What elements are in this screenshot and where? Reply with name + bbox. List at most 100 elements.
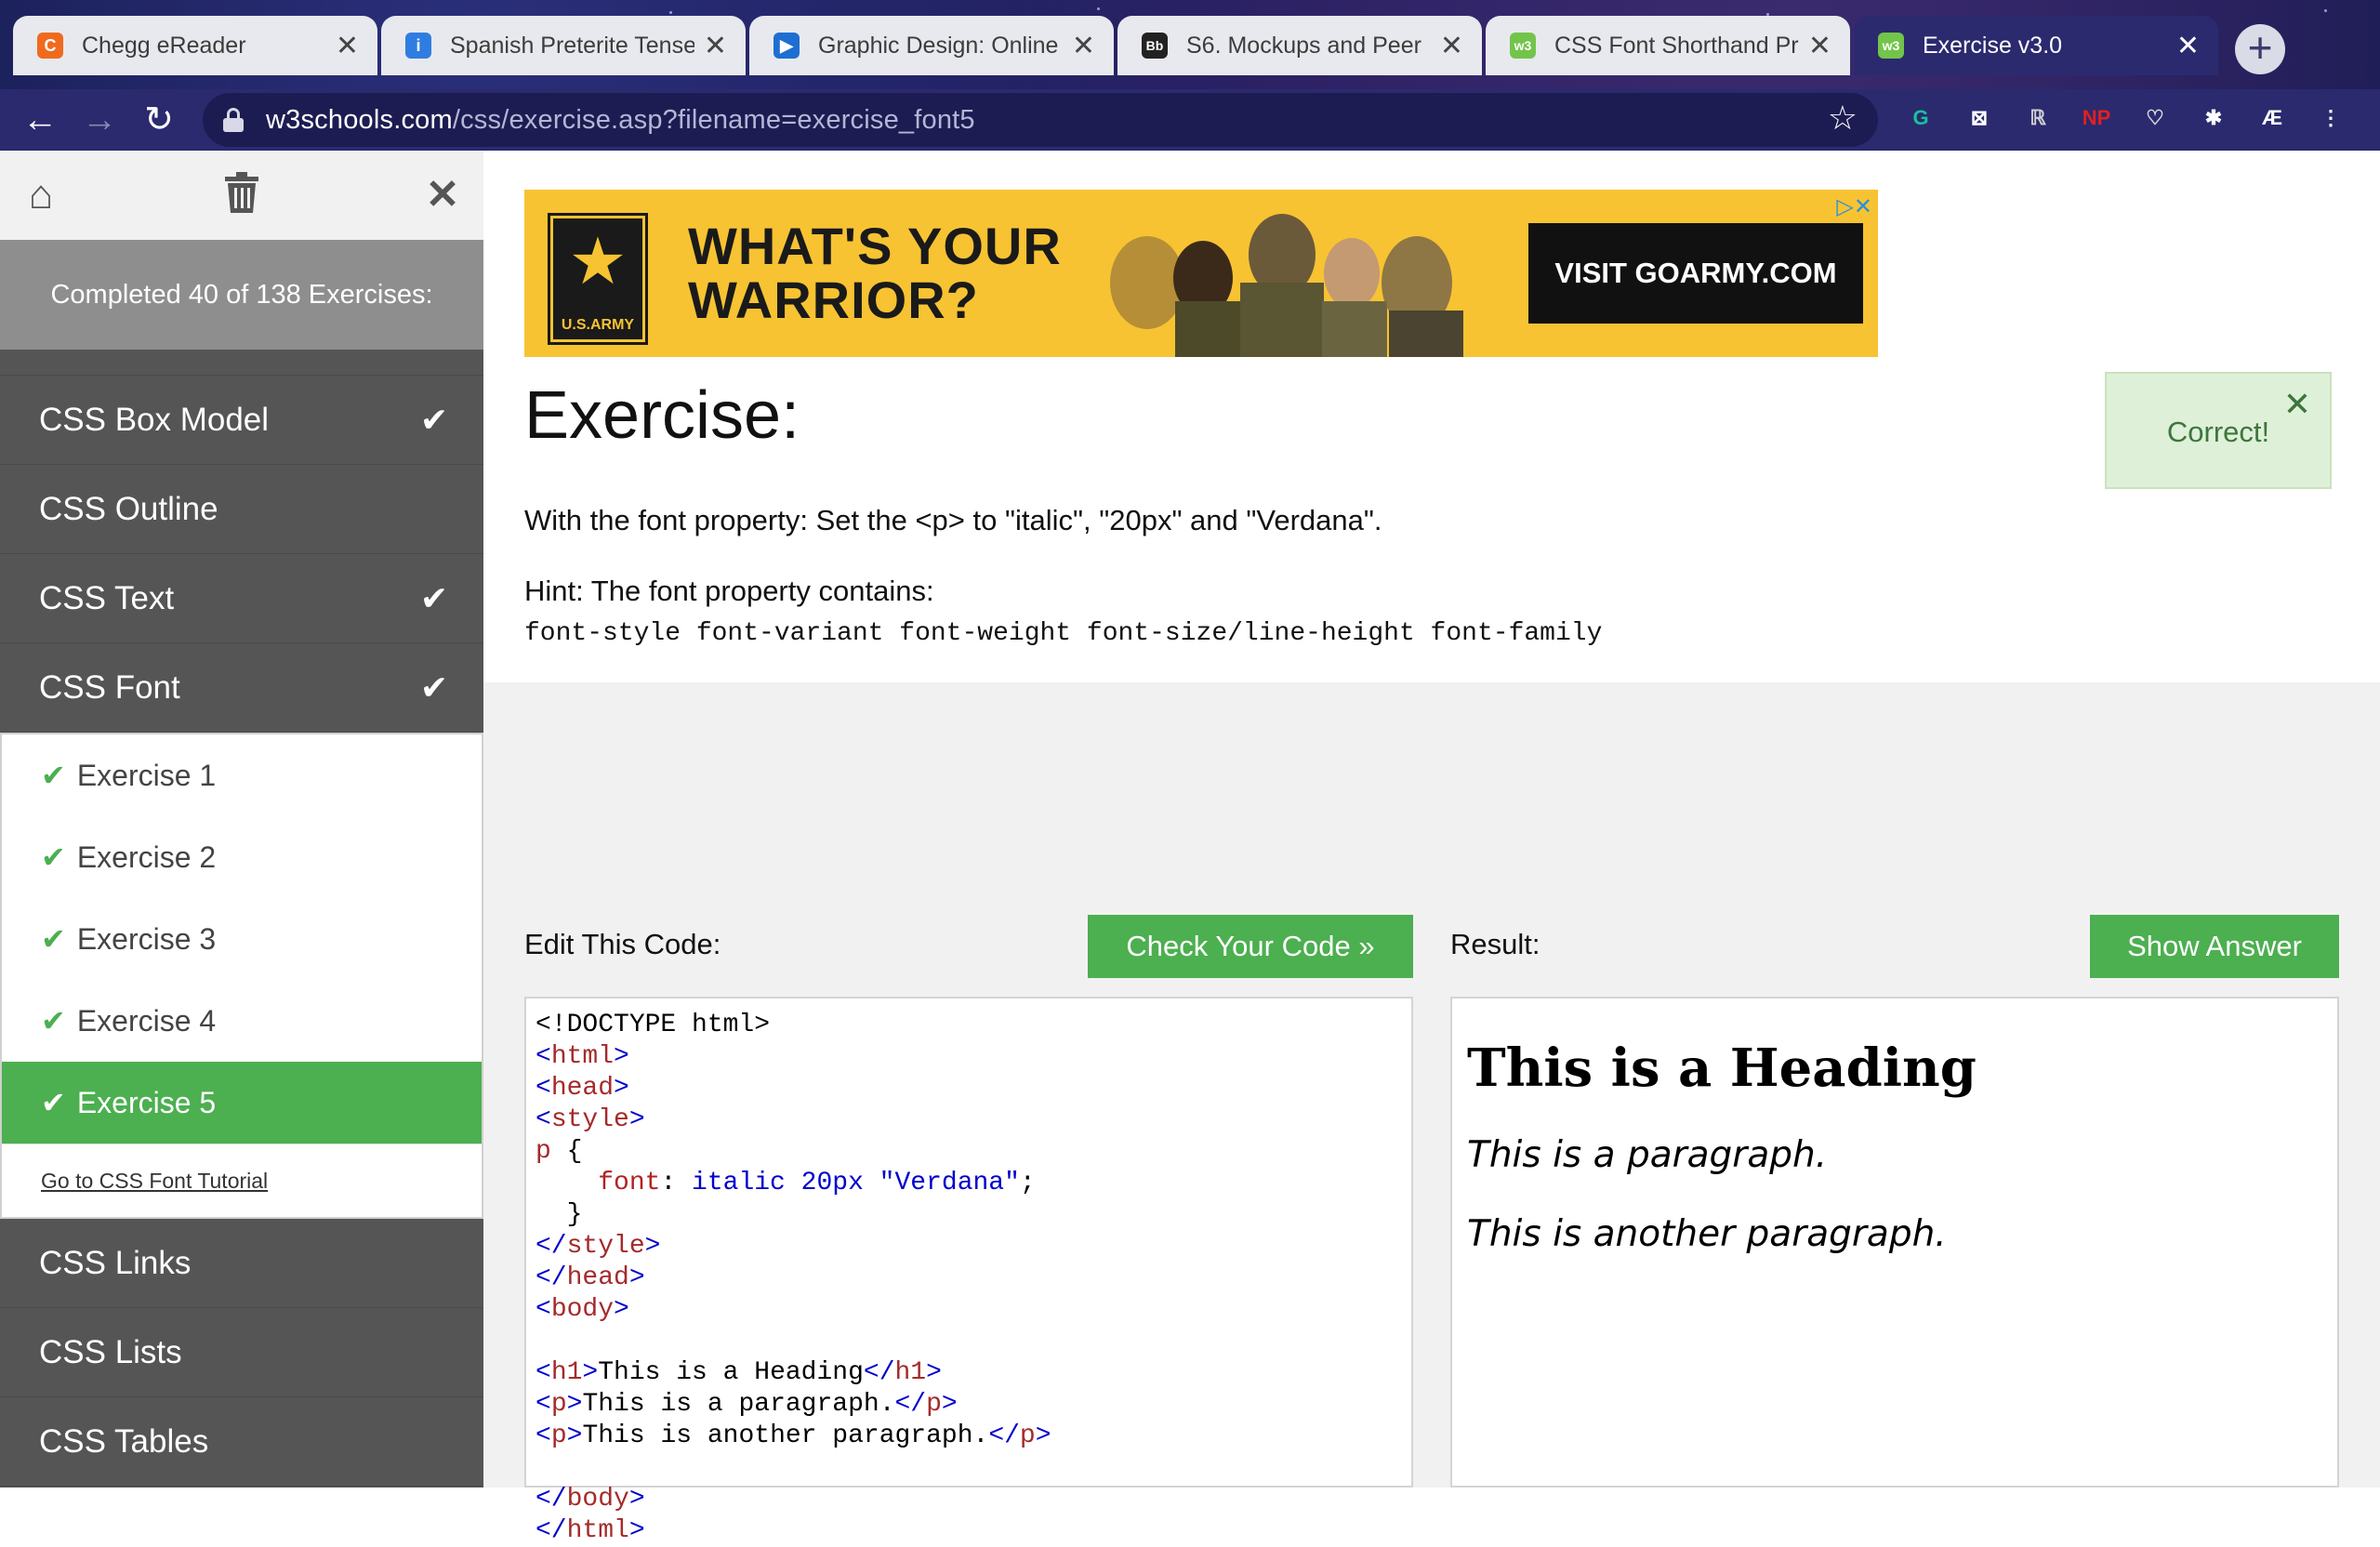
exercise-link-label: Exercise 2 xyxy=(76,840,217,874)
exercise-link-label: Exercise 3 xyxy=(76,922,217,956)
code-editor[interactable]: <!DOCTYPE html> <html> <head> <style> p … xyxy=(524,997,1413,1545)
sidebar-toolbar: ⌂ ✕ xyxy=(0,151,483,240)
correct-alert: Correct! ✕ xyxy=(2105,372,2332,489)
exercise-link[interactable]: ✔ Exercise 4 xyxy=(2,980,482,1062)
browser-tab[interactable]: w3 Exercise v3.0 ✕ xyxy=(1854,16,2218,75)
sidebar-topic-label: CSS Font xyxy=(39,669,180,706)
check-icon: ✔ xyxy=(41,759,66,792)
browser-tab-strip: C Chegg eReader ✕ i Spanish Preterite Tense ✕… xyxy=(0,0,2380,89)
sidebar-topic-list: CSS Margin CSS Box Model ✔ CSS Outline CSS T… xyxy=(0,350,483,1487)
sidebar-topic-label: CSS Box Model xyxy=(39,402,270,438)
exercise-hint: Hint: The font property contains: xyxy=(524,575,934,607)
browser-tab[interactable]: ▶ Graphic Design: Online ✕ xyxy=(749,16,1114,75)
sidebar-topic-item[interactable]: CSS Tables xyxy=(0,1397,483,1487)
completed-check-icon: ✔ xyxy=(419,668,448,707)
ad-headline: WHAT'S YOUR WARRIOR? xyxy=(688,217,1062,329)
menu-icon[interactable]: ⋮ xyxy=(2312,99,2349,137)
sidebar-topic-item[interactable]: CSS Text ✔ xyxy=(0,554,483,643)
result-frame: This is a Heading This is a paragraph. T… xyxy=(1450,997,2339,1488)
new-tab-button[interactable]: + xyxy=(2235,24,2285,74)
ad-cta-button[interactable]: VISIT GOARMY.COM xyxy=(1528,223,1863,324)
exercise-link-label: Exercise 1 xyxy=(76,759,217,792)
trash-icon[interactable] xyxy=(218,171,266,219)
close-alert-icon[interactable]: ✕ xyxy=(2283,346,2311,463)
browser-tab[interactable]: w3 CSS Font Shorthand Pr ✕ xyxy=(1486,16,1850,75)
tab-close-icon[interactable]: ✕ xyxy=(2176,30,2200,62)
sidebar-topic-label: CSS Tables xyxy=(39,1423,209,1460)
sidebar-topic-item[interactable]: CSS Outline xyxy=(0,465,483,554)
ext-np-icon[interactable]: NP xyxy=(2078,99,2115,137)
browser-tab[interactable]: C Chegg eReader ✕ xyxy=(13,16,377,75)
exercise-link-label: Exercise 5 xyxy=(76,1086,217,1119)
hint-code: font-style font-variant font-weight font… xyxy=(524,619,1603,648)
completed-check-icon: ✔ xyxy=(419,579,448,617)
completed-check-icon: ✔ xyxy=(419,401,448,439)
ext-grey-icon[interactable]: ℝ xyxy=(2019,99,2056,137)
tab-close-icon[interactable]: ✕ xyxy=(1072,30,1095,62)
reload-icon[interactable]: ↻ xyxy=(136,97,182,143)
ext-x-icon[interactable]: ⊠ xyxy=(1961,99,1998,137)
address-bar[interactable]: w3schools.com/css/exercise.asp?filename=… xyxy=(203,93,1878,147)
tab-favicon-icon: i xyxy=(405,33,431,59)
exercise-link-label: Exercise 4 xyxy=(76,1004,217,1038)
ext-shield-icon[interactable]: ♡ xyxy=(2136,99,2174,137)
exercise-link[interactable]: ✔ Exercise 3 xyxy=(2,898,482,980)
url-text[interactable]: w3schools.com/css/exercise.asp?filename=… xyxy=(266,105,975,136)
tutorial-link[interactable]: Go to CSS Font Tutorial xyxy=(2,1144,482,1217)
adchoices-icon[interactable]: ▷✕ xyxy=(1836,193,1872,220)
forward-icon[interactable]: → xyxy=(76,97,123,143)
bookmark-star-icon[interactable]: ☆ xyxy=(1828,99,1858,138)
army-logo: ★ U.S.ARMY xyxy=(548,213,648,345)
exercise-instruction: With the font property: Set the <p> to "… xyxy=(524,504,1382,536)
grammarly-icon[interactable]: G xyxy=(1902,99,1939,137)
result-heading: This is a Heading xyxy=(1467,1038,1977,1099)
exercise-link[interactable]: ✔ Exercise 1 xyxy=(2,734,482,816)
exercise-sidebar: ⌂ ✕ Completed 40 of 138 Exercises: CSS M… xyxy=(0,151,483,1488)
check-icon: ✔ xyxy=(41,1086,66,1119)
sidebar-topic-item[interactable]: CSS Margin xyxy=(0,350,483,376)
tab-close-icon[interactable]: ✕ xyxy=(704,30,727,62)
result-label: Result: xyxy=(1450,928,1540,960)
puzzle-icon[interactable]: ✱ xyxy=(2195,99,2232,137)
sidebar-topic-item[interactable]: CSS Links xyxy=(0,1219,483,1308)
profile-icon[interactable]: Æ xyxy=(2254,99,2291,137)
tab-favicon-icon: w3 xyxy=(1878,33,1904,59)
check-icon: ✔ xyxy=(41,840,66,874)
tab-favicon-icon: C xyxy=(37,33,63,59)
edit-code-label: Edit This Code: xyxy=(524,928,721,960)
sidebar-topic-item[interactable]: CSS Box Model ✔ xyxy=(0,376,483,465)
tab-close-icon[interactable]: ✕ xyxy=(336,30,359,62)
sidebar-topic-label: CSS Outline xyxy=(39,491,218,527)
result-paragraph-1: This is a paragraph. xyxy=(1467,1134,1828,1176)
show-answer-button[interactable]: Show Answer xyxy=(2090,915,2339,978)
tab-title: Spanish Preterite Tense xyxy=(450,32,694,59)
army-ad-banner[interactable]: ★ U.S.ARMY WHAT'S YOUR WARRIOR? VISIT GO… xyxy=(524,190,1878,357)
sidebar-topic-label: CSS Links xyxy=(39,1245,192,1281)
home-icon[interactable]: ⌂ xyxy=(17,171,65,219)
browser-tab[interactable]: Bb S6. Mockups and Peer ✕ xyxy=(1117,16,1482,75)
font-value-input[interactable]: italic 20px "Verdana" xyxy=(692,1169,1020,1197)
sidebar-topic-label: CSS Text xyxy=(39,580,175,616)
browser-toolbar: ← → ↻ w3schools.com/css/exercise.asp?fil… xyxy=(0,89,2380,151)
tab-title: Chegg eReader xyxy=(82,32,246,59)
ad-soldiers-image xyxy=(1110,214,1463,357)
tab-favicon-icon: w3 xyxy=(1510,33,1536,59)
close-icon[interactable]: ✕ xyxy=(418,171,467,219)
exercise-progress: Completed 40 of 138 Exercises: xyxy=(0,240,483,350)
tab-close-icon[interactable]: ✕ xyxy=(1808,30,1831,62)
lock-icon[interactable] xyxy=(223,108,244,132)
tab-favicon-icon: ▶ xyxy=(774,33,800,59)
check-icon: ✔ xyxy=(41,1004,66,1038)
tab-title: Graphic Design: Online xyxy=(818,32,1059,59)
browser-tab[interactable]: i Spanish Preterite Tense ✕ xyxy=(381,16,746,75)
sidebar-topic-label: CSS Lists xyxy=(39,1334,182,1370)
tab-title: Exercise v3.0 xyxy=(1923,32,2063,59)
exercise-link[interactable]: ✔ Exercise 2 xyxy=(2,816,482,898)
check-code-button[interactable]: Check Your Code » xyxy=(1088,915,1413,978)
result-paragraph-2: This is another paragraph. xyxy=(1467,1213,1947,1255)
sidebar-topic-item[interactable]: CSS Lists xyxy=(0,1308,483,1397)
sidebar-topic-item[interactable]: CSS Font ✔ xyxy=(0,643,483,733)
back-icon[interactable]: ← xyxy=(17,97,63,143)
exercise-link[interactable]: ✔ Exercise 5 xyxy=(2,1062,482,1144)
tab-close-icon[interactable]: ✕ xyxy=(1440,30,1463,62)
